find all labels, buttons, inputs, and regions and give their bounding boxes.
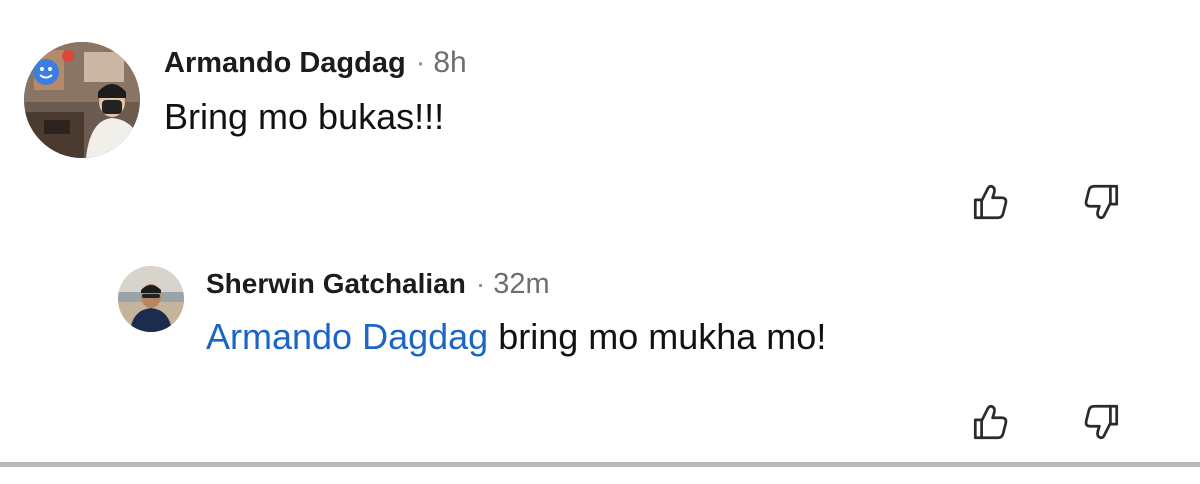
avatar[interactable]: [24, 42, 140, 158]
reply-author[interactable]: Sherwin Gatchalian: [206, 268, 466, 300]
comment-text: Bring mo bukas!!!: [164, 96, 445, 137]
mention-link[interactable]: Armando Dagdag: [206, 316, 488, 357]
avatar-photo-icon: [118, 266, 184, 332]
avatar-photo-icon: [24, 42, 140, 158]
downvote-button[interactable]: [1078, 178, 1126, 226]
comment-thread: Armando Dagdag · 8h Bring mo bukas!!! Sh: [0, 0, 1200, 484]
thumbs-up-icon: [973, 404, 1008, 440]
separator-dot: ·: [475, 268, 486, 299]
comment-author[interactable]: Armando Dagdag: [164, 47, 406, 80]
thumbs-down-icon: [1084, 404, 1119, 440]
reply-message: bring mo mukha mo!: [488, 316, 827, 357]
divider: [0, 462, 1200, 467]
avatar[interactable]: [118, 266, 184, 332]
downvote-button[interactable]: [1078, 398, 1126, 446]
comment-header: Armando Dagdag · 8h: [164, 46, 467, 80]
separator-dot: ·: [415, 47, 426, 79]
reply-timestamp: 32m: [493, 268, 550, 300]
reply-text: Armando Dagdag bring mo mukha mo!: [206, 316, 826, 358]
reply-header: Sherwin Gatchalian · 32m: [206, 268, 550, 301]
thumbs-up-icon: [973, 184, 1008, 220]
upvote-button[interactable]: [966, 398, 1014, 446]
upvote-button[interactable]: [966, 178, 1014, 226]
comment-timestamp: 8h: [433, 46, 467, 79]
thumbs-down-icon: [1084, 184, 1119, 220]
